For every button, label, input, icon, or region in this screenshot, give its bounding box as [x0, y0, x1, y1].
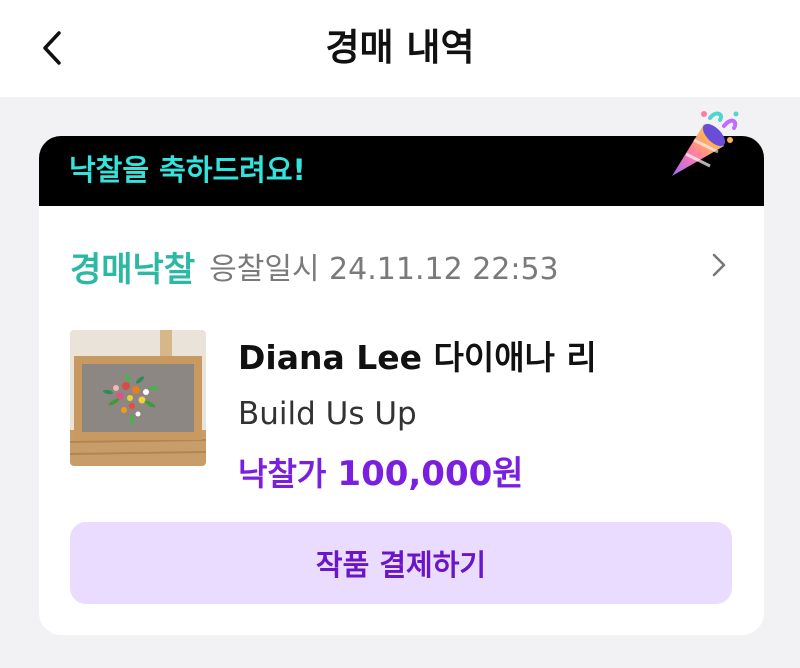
price-value: 100,000원: [337, 454, 524, 494]
congrats-text: 낙찰을 축하드려요!: [69, 153, 306, 187]
winning-price: 낙찰가 100,000원: [238, 449, 524, 505]
auction-status-row[interactable]: 경매낙찰 응찰일시 24.11.12 22:53: [70, 240, 740, 292]
top-header: 경매 내역: [0, 0, 800, 97]
price-label: 낙찰가: [238, 455, 327, 493]
party-popper-icon: [672, 111, 739, 176]
bid-datetime: 응찰일시 24.11.12 22:53: [209, 252, 559, 287]
artwork-title: Build Us Up: [238, 396, 417, 432]
status-label: 경매낙찰: [70, 249, 196, 290]
artwork-thumbnail[interactable]: [70, 330, 206, 466]
artwork-image: [70, 330, 206, 466]
pay-artwork-button[interactable]: 작품 결제하기: [70, 522, 732, 604]
congrats-banner: 낙찰을 축하드려요!: [39, 136, 764, 206]
chevron-right-icon[interactable]: [706, 251, 730, 279]
page-title: 경매 내역: [325, 26, 475, 69]
artist-name: Diana Lee 다이애나 리: [238, 338, 597, 377]
